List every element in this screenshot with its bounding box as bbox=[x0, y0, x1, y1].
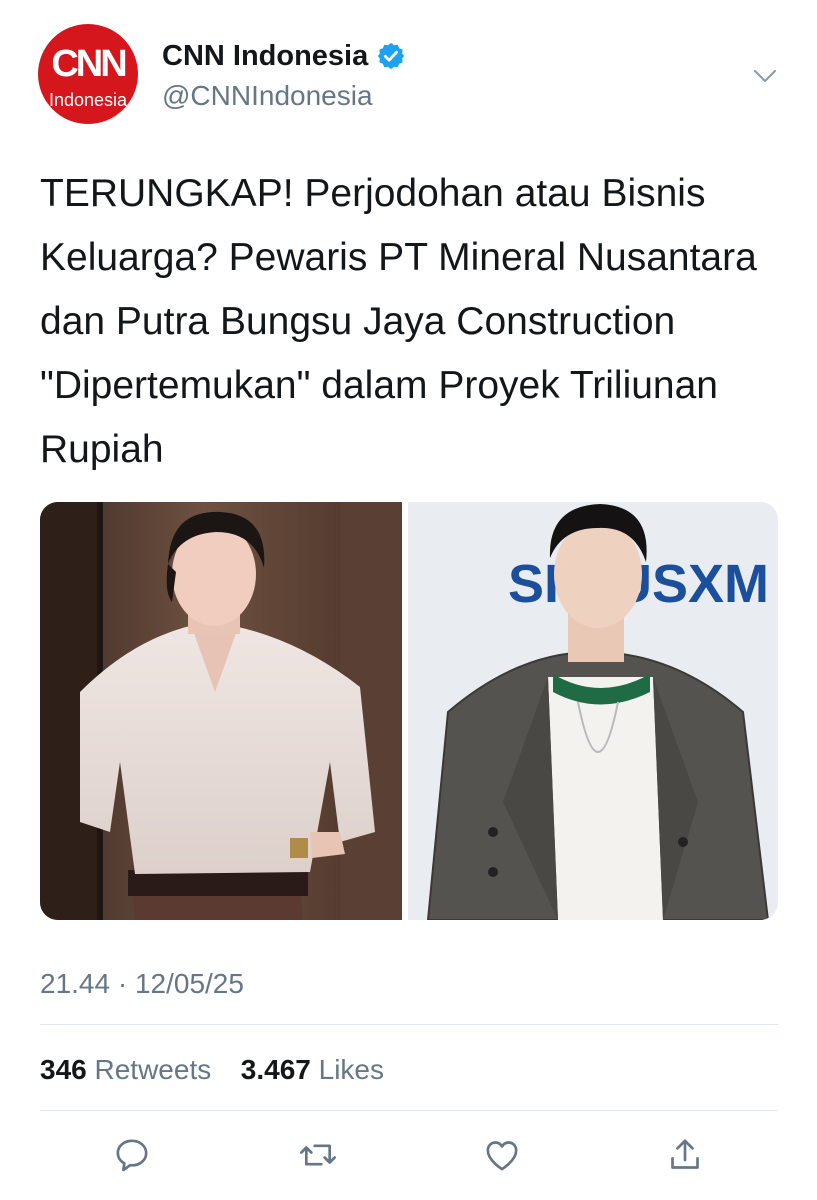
photo-man-plaid-blazer[interactable]: SIRIUSXM bbox=[408, 502, 778, 920]
divider bbox=[40, 1024, 778, 1025]
likes-count: 3.467 bbox=[240, 1054, 311, 1085]
retweet-button[interactable] bbox=[293, 1130, 343, 1180]
likes-stat[interactable]: 3.467 Likes bbox=[241, 1054, 384, 1085]
reply-icon bbox=[116, 1139, 148, 1172]
name-row: CNN Indonesia bbox=[162, 38, 406, 74]
photo-man-white-shirt[interactable] bbox=[40, 502, 402, 920]
tweet-media[interactable]: SIRIUSXM bbox=[40, 502, 778, 920]
verified-badge-icon bbox=[378, 42, 405, 70]
divider bbox=[40, 1110, 778, 1111]
chevron-down-icon[interactable] bbox=[750, 64, 780, 88]
like-button[interactable] bbox=[477, 1130, 527, 1180]
share-icon bbox=[671, 1139, 699, 1169]
tweet-timestamp[interactable]: 21.44 · 12/05/25 bbox=[40, 966, 244, 1002]
like-icon bbox=[486, 1141, 518, 1171]
avatar[interactable]: CNN Indonesia bbox=[38, 24, 138, 124]
tweet-stats: 346 Retweets 3.467 Likes bbox=[40, 1052, 384, 1088]
retweets-stat[interactable]: 346 Retweets bbox=[40, 1054, 219, 1085]
share-button[interactable] bbox=[660, 1130, 710, 1180]
tweet-text: TERUNGKAP! Perjodohan atau Bisnis Keluar… bbox=[40, 172, 757, 471]
user-handle[interactable]: @CNNIndonesia bbox=[162, 78, 373, 114]
tweet-header: CNN Indonesia CNN Indonesia @CNNIndonesi… bbox=[0, 0, 817, 150]
display-name[interactable]: CNN Indonesia bbox=[162, 38, 368, 74]
reply-button[interactable] bbox=[107, 1130, 157, 1180]
avatar-logo-text: CNN bbox=[51, 43, 127, 85]
avatar-logo-subtext: Indonesia bbox=[48, 90, 128, 110]
retweet-icon bbox=[300, 1144, 336, 1166]
tweet-actions bbox=[0, 1130, 817, 1180]
retweets-count: 346 bbox=[40, 1054, 87, 1085]
likes-label: Likes bbox=[318, 1054, 385, 1085]
retweets-label: Retweets bbox=[94, 1054, 212, 1085]
